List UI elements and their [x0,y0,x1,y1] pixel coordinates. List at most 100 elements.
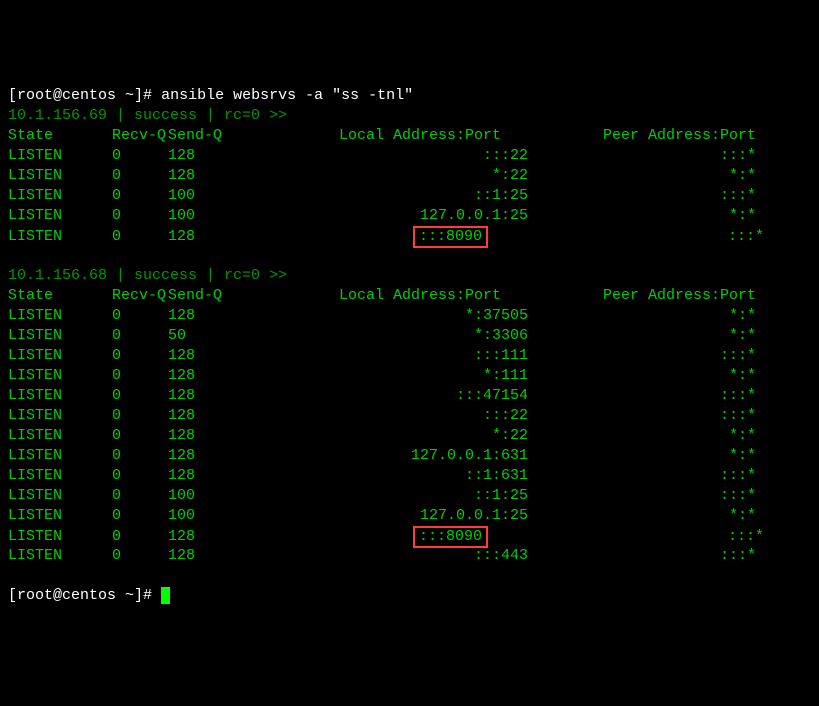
cell-sendq: 128 [168,466,312,486]
shell-prompt: [root@centos ~]# ansible websrvs -a "ss … [8,86,811,106]
cell-sendq: 128 [168,406,312,426]
blank-line [8,566,811,586]
cell-state: LISTEN [8,366,112,386]
cell-recvq: 0 [112,166,168,186]
header-state: State [8,126,112,146]
prompt-userhost: [root@centos [8,587,125,604]
highlight-box: :::8090 [413,226,488,248]
cell-local: *:22 [312,426,528,446]
cell-peer: :::* [528,486,756,506]
prompt-userhost: [root@centos [8,87,125,104]
table-row: LISTEN0128*:22*:* [8,166,811,186]
cell-peer: *:* [528,206,756,226]
cell-sendq: 128 [168,527,312,547]
table-row: LISTEN0128:::22:::* [8,406,811,426]
cell-recvq: 0 [112,527,168,547]
header-local: Local Address:Port [312,126,528,146]
cell-state: LISTEN [8,146,112,166]
prompt-path: ~ [125,587,134,604]
cell-state: LISTEN [8,466,112,486]
header-state: State [8,286,112,306]
table-row: LISTEN0128*:37505*:* [8,306,811,326]
cell-state: LISTEN [8,227,112,247]
table-row: LISTEN0128:::47154:::* [8,386,811,406]
cell-state: LISTEN [8,306,112,326]
cell-recvq: 0 [112,506,168,526]
cell-local: *:22 [312,166,528,186]
prompt-close: ]# [134,87,161,104]
table-row: LISTEN0128:::111:::* [8,346,811,366]
cell-local: 127.0.0.1:631 [312,446,528,466]
cell-peer: :::* [528,546,756,566]
cell-local: :::443 [312,546,528,566]
cell-local: ::1:25 [312,186,528,206]
header-recvq: Recv-Q [112,126,168,146]
cell-recvq: 0 [112,206,168,226]
cell-sendq: 100 [168,506,312,526]
cell-local: *:3306 [312,326,528,346]
host-status-line: 10.1.156.69 | success | rc=0 >> [8,106,811,126]
cell-state: LISTEN [8,186,112,206]
cell-sendq: 128 [168,366,312,386]
header-peer: Peer Address:Port [528,126,756,146]
cell-recvq: 0 [112,366,168,386]
table-row: LISTEN0100127.0.0.1:25*:* [8,206,811,226]
table-header: StateRecv-QSend-QLocal Address:PortPeer … [8,286,811,306]
table-row: LISTEN050*:3306*:* [8,326,811,346]
table-row: LISTEN0128127.0.0.1:631*:* [8,446,811,466]
header-peer: Peer Address:Port [528,286,756,306]
table-header: StateRecv-QSend-QLocal Address:PortPeer … [8,126,811,146]
cell-state: LISTEN [8,527,112,547]
cell-local: *:37505 [312,306,528,326]
cell-peer: :::* [536,527,764,547]
table-row: LISTEN0128:::443:::* [8,546,811,566]
cell-sendq: 100 [168,186,312,206]
cell-local: *:111 [312,366,528,386]
cell-peer: *:* [528,426,756,446]
cell-recvq: 0 [112,446,168,466]
table-row: LISTEN0128::1:631:::* [8,466,811,486]
cell-local: :::22 [312,406,528,426]
cell-state: LISTEN [8,426,112,446]
cell-local: ::1:631 [312,466,528,486]
cell-state: LISTEN [8,346,112,366]
cell-recvq: 0 [112,486,168,506]
cell-recvq: 0 [112,186,168,206]
table-row: LISTEN0128*:22*:* [8,426,811,446]
cell-peer: :::* [528,466,756,486]
cell-state: LISTEN [8,446,112,466]
cell-recvq: 0 [112,386,168,406]
cell-local-highlight: :::8090 [312,226,536,248]
cell-sendq: 128 [168,386,312,406]
cell-recvq: 0 [112,306,168,326]
cell-sendq: 128 [168,166,312,186]
cell-peer: *:* [528,506,756,526]
cell-sendq: 128 [168,546,312,566]
table-row: LISTEN0128*:111*:* [8,366,811,386]
cell-recvq: 0 [112,546,168,566]
table-row: LISTEN0100127.0.0.1:25*:* [8,506,811,526]
header-sendq: Send-Q [168,126,312,146]
cell-sendq: 128 [168,346,312,366]
terminal-output: [root@centos ~]# ansible websrvs -a "ss … [8,86,811,606]
header-recvq: Recv-Q [112,286,168,306]
cell-local: ::1:25 [312,486,528,506]
host-status-line: 10.1.156.68 | success | rc=0 >> [8,266,811,286]
cell-sendq: 128 [168,306,312,326]
cell-local: :::47154 [312,386,528,406]
shell-prompt[interactable]: [root@centos ~]# [8,586,811,606]
cell-peer: *:* [528,326,756,346]
cell-sendq: 128 [168,227,312,247]
header-sendq: Send-Q [168,286,312,306]
cell-local: 127.0.0.1:25 [312,206,528,226]
cell-recvq: 0 [112,426,168,446]
cell-peer: :::* [528,186,756,206]
cell-local: :::111 [312,346,528,366]
cell-state: LISTEN [8,546,112,566]
cell-local-highlight: :::8090 [312,526,536,548]
cell-local: :::22 [312,146,528,166]
table-row: LISTEN0128:::8090:::* [8,226,811,246]
cell-state: LISTEN [8,386,112,406]
cell-sendq: 100 [168,486,312,506]
cell-recvq: 0 [112,406,168,426]
